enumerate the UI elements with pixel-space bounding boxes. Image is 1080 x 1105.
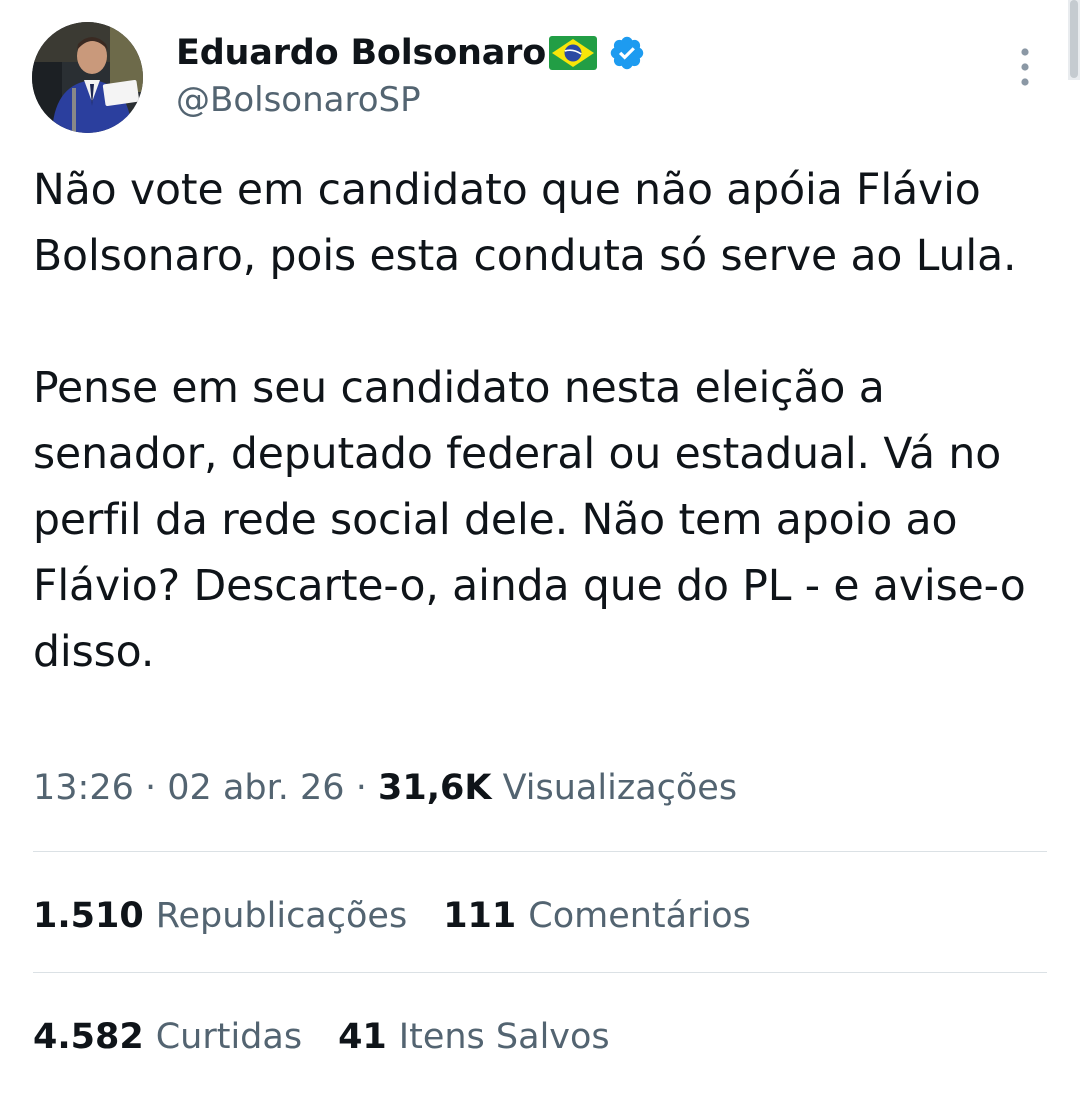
- brazil-flag-icon: [548, 35, 598, 71]
- comments-label: Comentários: [528, 896, 751, 936]
- tweet-meta: 13:26 · 02 abr. 26 · 31,6K Visualizações: [33, 768, 737, 808]
- tweet-header: Eduardo Bolsonaro @BolsonaroSP: [32, 22, 1042, 134]
- reposts-count: 1.510: [33, 896, 144, 936]
- comments-count: 111: [443, 896, 517, 936]
- verified-badge-icon[interactable]: [608, 34, 646, 72]
- avatar[interactable]: [32, 22, 143, 133]
- author-handle[interactable]: @BolsonaroSP: [176, 80, 421, 120]
- scrollbar-track[interactable]: [1068, 0, 1080, 80]
- engagement-stats-row-1: 1.510 Republicações 111 Comentários: [33, 892, 787, 940]
- views-count[interactable]: 31,6K: [378, 768, 491, 808]
- bookmarks-stat[interactable]: 41 Itens Salvos: [338, 1017, 610, 1057]
- likes-label: Curtidas: [155, 1017, 303, 1057]
- comments-stat[interactable]: 111 Comentários: [443, 896, 751, 936]
- tweet-date[interactable]: 02 abr. 26: [167, 768, 344, 808]
- bookmarks-label: Itens Salvos: [398, 1017, 610, 1057]
- likes-count: 4.582: [33, 1017, 144, 1057]
- author-display-name[interactable]: Eduardo Bolsonaro: [176, 33, 546, 73]
- avatar-photo: [32, 22, 143, 133]
- more-options-icon[interactable]: [1010, 46, 1040, 88]
- likes-stat[interactable]: 4.582 Curtidas: [33, 1017, 302, 1057]
- meta-separator: ·: [355, 768, 378, 808]
- tweet-text: Não vote em candidato que não apóia Fláv…: [33, 166, 1026, 677]
- tweet-time[interactable]: 13:26: [33, 768, 134, 808]
- scrollbar-thumb[interactable]: [1070, 0, 1078, 78]
- reposts-label: Republicações: [155, 896, 408, 936]
- engagement-stats-row-2: 4.582 Curtidas 41 Itens Salvos: [33, 1013, 646, 1061]
- author-name-row: Eduardo Bolsonaro: [176, 28, 646, 78]
- meta-separator: ·: [145, 768, 168, 808]
- divider: [33, 972, 1047, 973]
- views-label[interactable]: Visualizações: [503, 768, 737, 808]
- reposts-stat[interactable]: 1.510 Republicações: [33, 896, 407, 936]
- divider: [33, 851, 1047, 852]
- bookmarks-count: 41: [338, 1017, 387, 1057]
